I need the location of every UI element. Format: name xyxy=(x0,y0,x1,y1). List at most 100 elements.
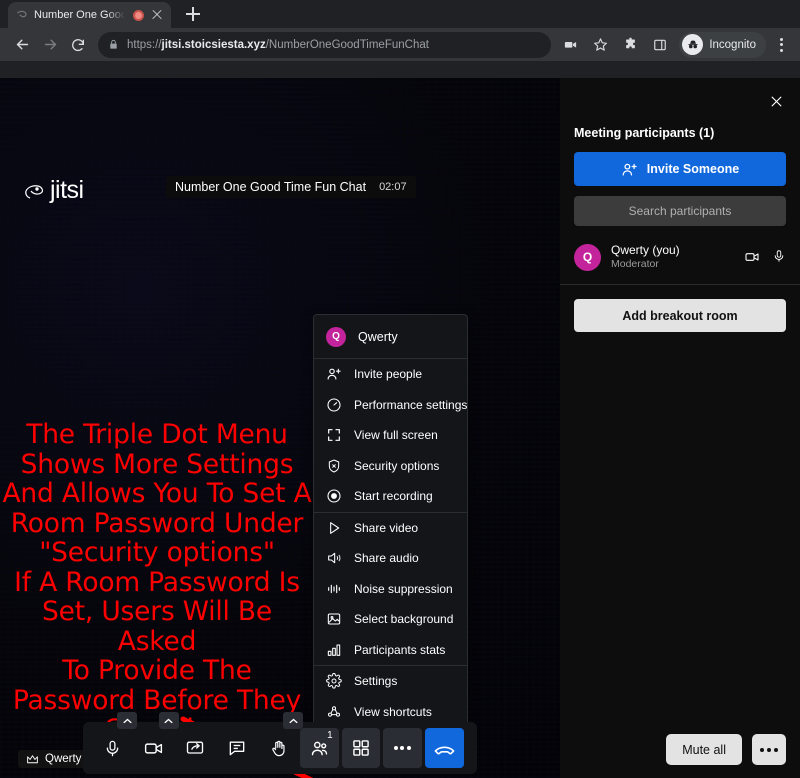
person-add-icon xyxy=(326,366,342,382)
participants-count-badge: 1 xyxy=(327,730,333,741)
crown-moderator-icon xyxy=(26,754,39,765)
side-panel-icon[interactable] xyxy=(647,32,673,58)
menu-item-noise-suppression[interactable]: Noise suppression xyxy=(314,574,467,605)
jitsi-logo: jitsi xyxy=(22,176,84,205)
incognito-hat-icon xyxy=(682,34,703,55)
menu-item-share-audio[interactable]: Share audio xyxy=(314,543,467,574)
microphone-button[interactable] xyxy=(93,728,131,768)
context-menu-user-header[interactable]: Q Qwerty xyxy=(314,315,467,358)
omnibox-actions: Incognito xyxy=(557,32,792,58)
chevron-up-icon[interactable] xyxy=(283,712,303,729)
menu-label: Security options xyxy=(354,459,439,473)
bookmark-star-icon[interactable] xyxy=(587,32,613,58)
context-menu-group-header: Q Qwerty xyxy=(314,315,467,358)
participant-name: Qwerty (you) xyxy=(611,243,734,258)
avatar: Q xyxy=(326,327,346,347)
microphone-icon[interactable] xyxy=(772,249,786,265)
avatar: Q xyxy=(574,244,601,271)
menu-item-performance-settings[interactable]: Performance settings xyxy=(314,390,467,421)
hangup-button[interactable] xyxy=(425,728,464,768)
menu-label: Start recording xyxy=(354,489,433,503)
person-add-icon xyxy=(621,161,638,178)
panel-more-options-button[interactable] xyxy=(752,734,786,765)
new-tab-button[interactable] xyxy=(179,0,207,28)
room-name: Number One Good Time Fun Chat xyxy=(175,180,366,194)
speaker-icon xyxy=(326,550,342,566)
self-name-text: Qwerty xyxy=(45,753,81,765)
recording-dot-icon xyxy=(133,10,144,21)
bar-chart-icon xyxy=(326,642,342,658)
jitsi-app: jitsi Number One Good Time Fun Chat 02:0… xyxy=(0,78,800,778)
menu-item-participants-stats[interactable]: Participants stats xyxy=(314,635,467,666)
camera-icon[interactable] xyxy=(744,249,760,265)
menu-item-invite-people[interactable]: Invite people xyxy=(314,359,467,390)
add-breakout-room-label: Add breakout room xyxy=(622,309,737,323)
shield-x-icon xyxy=(326,458,342,474)
screen-share-button[interactable] xyxy=(176,728,214,768)
chevron-up-icon[interactable] xyxy=(117,712,137,729)
address-bar[interactable]: https://jitsi.stoicsiesta.xyz/NumberOneG… xyxy=(98,32,551,58)
tab-strip: Number One Good Time Fun Chat xyxy=(0,0,800,28)
close-icon[interactable] xyxy=(150,8,164,22)
mute-all-button[interactable]: Mute all xyxy=(666,734,742,765)
menu-item-security-options[interactable]: Security options xyxy=(314,451,467,482)
context-menu-group-1: Invite people Performance settings View … xyxy=(314,358,467,512)
context-menu-user-name: Qwerty xyxy=(358,330,398,344)
chrome-menu-kebab-icon[interactable] xyxy=(770,38,792,52)
panel-divider xyxy=(560,284,800,285)
menu-label: Share video xyxy=(354,521,418,535)
more-options-context-menu: Q Qwerty Invite people xyxy=(313,314,468,759)
menu-item-view-full-screen[interactable]: View full screen xyxy=(314,420,467,451)
jitsi-mark-icon xyxy=(22,179,48,203)
menu-item-select-background[interactable]: Select background xyxy=(314,604,467,635)
menu-label: Settings xyxy=(354,674,397,688)
video-stage: jitsi Number One Good Time Fun Chat 02:0… xyxy=(0,78,560,778)
profile-incognito-button[interactable]: Incognito xyxy=(679,32,766,58)
add-breakout-room-button[interactable]: Add breakout room xyxy=(574,299,786,332)
search-participants-input[interactable]: Search participants xyxy=(574,196,786,226)
panel-footer: Mute all xyxy=(574,734,786,765)
panel-title: Meeting participants (1) xyxy=(574,126,786,140)
lock-icon xyxy=(108,39,119,50)
profile-label: Incognito xyxy=(709,39,756,51)
participants-button[interactable]: 1 xyxy=(300,728,338,768)
menu-item-settings[interactable]: Settings xyxy=(314,666,467,697)
menu-item-share-video[interactable]: Share video xyxy=(314,513,467,544)
chevron-up-icon[interactable] xyxy=(159,712,179,729)
more-options-button[interactable] xyxy=(383,728,421,768)
mute-all-label: Mute all xyxy=(682,743,726,757)
chat-button[interactable] xyxy=(217,728,255,768)
menu-item-start-recording[interactable]: Start recording xyxy=(314,481,467,512)
reload-icon[interactable] xyxy=(64,31,92,59)
back-arrow-icon[interactable] xyxy=(8,31,36,59)
jitsi-logo-text: jitsi xyxy=(50,176,84,205)
meeting-timer: 02:07 xyxy=(379,181,407,193)
fullscreen-icon xyxy=(326,427,342,443)
menu-label: View shortcuts xyxy=(354,705,432,719)
invite-someone-button[interactable]: Invite Someone xyxy=(574,152,786,186)
participant-role: Moderator xyxy=(611,258,734,271)
media-cast-icon[interactable] xyxy=(557,32,583,58)
menu-label: View full screen xyxy=(354,428,438,442)
self-name-label: Qwerty xyxy=(18,750,89,768)
jitsi-favicon-icon xyxy=(15,9,28,22)
participant-row[interactable]: Q Qwerty (you) Moderator xyxy=(574,240,786,274)
camera-button[interactable] xyxy=(134,728,172,768)
annotation-text: The Triple Dot Menu Shows More Settings … xyxy=(0,420,314,745)
tile-view-button[interactable] xyxy=(342,728,380,768)
menu-label: Performance settings xyxy=(354,398,467,412)
context-menu-group-2: Share video Share audio Noise suppressio… xyxy=(314,512,467,666)
menu-label: Select background xyxy=(354,612,453,626)
raise-hand-button[interactable] xyxy=(259,728,297,768)
invite-someone-label: Invite Someone xyxy=(647,162,739,176)
meeting-toolbar: 1 xyxy=(83,722,477,774)
browser-tab[interactable]: Number One Good Time Fun Chat xyxy=(8,2,171,28)
forward-arrow-icon[interactable] xyxy=(36,31,64,59)
participants-panel: Meeting participants (1) Invite Someone … xyxy=(560,78,800,778)
room-info-pill: Number One Good Time Fun Chat 02:07 xyxy=(166,176,416,198)
three-dots-icon xyxy=(760,748,778,752)
extensions-puzzle-icon[interactable] xyxy=(617,32,643,58)
gauge-icon xyxy=(326,397,342,413)
close-icon[interactable] xyxy=(764,89,788,113)
gear-icon xyxy=(326,673,342,689)
